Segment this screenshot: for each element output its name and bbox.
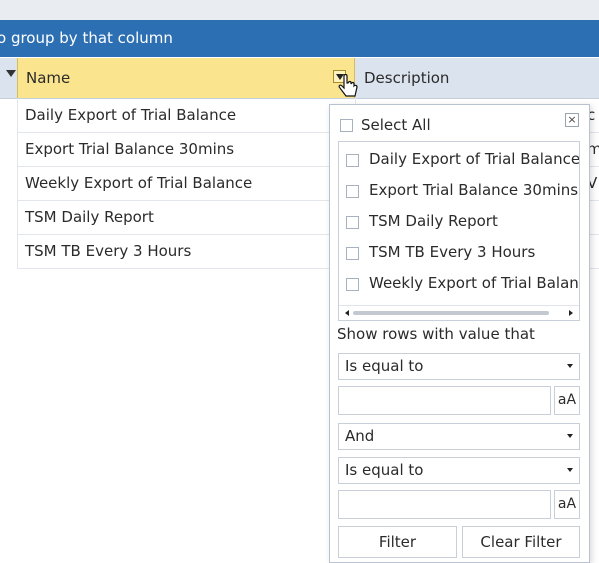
- group-by-hint: o group by that column: [0, 29, 173, 47]
- cell-name: TSM Daily Report: [25, 208, 154, 226]
- condition-1-value: Is equal to: [345, 357, 424, 375]
- cell-name: Export Trial Balance 30mins: [25, 140, 235, 158]
- value-checkbox[interactable]: [346, 278, 359, 291]
- select-all-label: Select All: [361, 116, 431, 134]
- value-1-input[interactable]: [338, 386, 551, 415]
- match-case-button-1[interactable]: aA: [554, 386, 580, 415]
- list-item[interactable]: Export Trial Balance 30mins: [346, 176, 579, 207]
- column-filter-popup: Select All × Daily Export of Trial Balan…: [329, 104, 590, 563]
- column-header-name[interactable]: Name: [17, 58, 355, 98]
- grid-header-row: Name Description: [0, 58, 599, 99]
- scroll-right-icon[interactable]: [569, 310, 573, 316]
- logic-operator-select[interactable]: And: [338, 423, 580, 450]
- group-by-panel: o group by that column: [0, 20, 599, 57]
- list-item[interactable]: Weekly Export of Trial Balan: [346, 269, 579, 300]
- row-indicator-column: [0, 98, 18, 268]
- show-rows-label: Show rows with value that: [337, 325, 535, 343]
- list-item[interactable]: TSM Daily Report: [346, 207, 579, 238]
- cell-name: Weekly Export of Trial Balance: [25, 174, 253, 192]
- list-item[interactable]: Daily Export of Trial Balance: [346, 145, 580, 176]
- value-label: Export Trial Balance 30mins: [369, 181, 579, 199]
- value-checkbox[interactable]: [346, 216, 359, 229]
- value-label: TSM TB Every 3 Hours: [369, 243, 536, 261]
- condition-2-select[interactable]: Is equal to: [338, 457, 580, 484]
- scrollbar-thumb[interactable]: [353, 311, 549, 315]
- logic-operator-value: And: [345, 427, 375, 445]
- header-indicator-icon: [6, 70, 16, 77]
- dropdown-arrow-icon: [567, 468, 573, 472]
- close-icon[interactable]: ×: [565, 113, 579, 127]
- clear-filter-button[interactable]: Clear Filter: [462, 526, 580, 558]
- filter-button[interactable]: Filter: [338, 526, 457, 558]
- cell-name: TSM TB Every 3 Hours: [25, 242, 192, 260]
- scroll-left-icon[interactable]: [345, 310, 349, 316]
- filter-values-list[interactable]: Daily Export of Trial Balance Export Tri…: [338, 141, 580, 321]
- value-checkbox[interactable]: [346, 185, 359, 198]
- match-case-button-2[interactable]: aA: [554, 490, 580, 519]
- value-label: TSM Daily Report: [369, 212, 498, 230]
- cell-name: Daily Export of Trial Balance: [25, 106, 237, 124]
- value-checkbox[interactable]: [346, 247, 359, 260]
- column-header-name-label: Name: [26, 69, 71, 87]
- top-title-strip: [0, 0, 599, 21]
- column-header-description[interactable]: Description: [356, 58, 599, 98]
- horizontal-scrollbar[interactable]: [339, 305, 579, 320]
- value-label: Weekly Export of Trial Balan: [369, 274, 579, 292]
- value-2-input[interactable]: [338, 490, 551, 519]
- list-item[interactable]: TSM TB Every 3 Hours: [346, 238, 579, 269]
- condition-2-value: Is equal to: [345, 461, 424, 479]
- value-label: Daily Export of Trial Balance: [369, 150, 580, 168]
- select-all-checkbox[interactable]: [340, 119, 353, 132]
- dropdown-arrow-icon: [567, 434, 573, 438]
- dropdown-arrow-icon: [567, 364, 573, 368]
- condition-1-select[interactable]: Is equal to: [338, 353, 580, 380]
- column-header-description-label: Description: [364, 69, 450, 87]
- value-checkbox[interactable]: [346, 154, 359, 167]
